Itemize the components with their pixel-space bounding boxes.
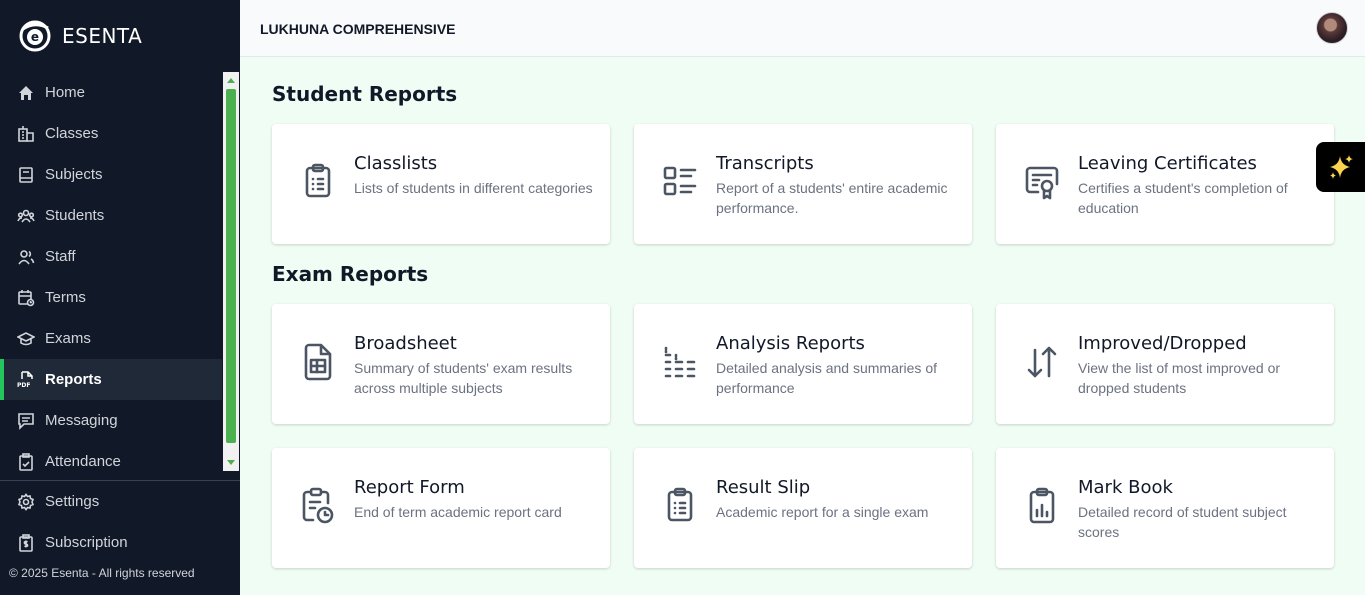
sidebar-item-messaging[interactable]: Messaging — [0, 400, 222, 441]
section-title-exam-reports: Exam Reports — [272, 262, 429, 286]
report-card-result-slip[interactable]: Result Slip Academic report for a single… — [634, 448, 972, 568]
section-title-student-reports: Student Reports — [272, 82, 458, 106]
card-title: Improved/Dropped — [1078, 333, 1247, 354]
sidebar-item-attendance[interactable]: Attendance — [0, 441, 222, 471]
attendance-icon — [19, 452, 33, 471]
sidebar-item-label: Messaging — [45, 412, 118, 429]
sidebar-item-label: Exams — [45, 330, 91, 347]
card-description: Certifies a student's completion of educ… — [1078, 180, 1288, 216]
subjects-icon — [19, 166, 33, 183]
pdf-icon: PDF — [17, 370, 33, 389]
sidebar-item-settings[interactable]: Settings — [0, 481, 240, 522]
certificate-icon — [1025, 166, 1059, 200]
card-description: View the list of most improved or droppe… — [1078, 360, 1281, 396]
gear-icon — [17, 492, 35, 511]
terms-icon — [18, 289, 35, 306]
sidebar-item-label: Subjects — [45, 166, 103, 183]
card-description: Detailed analysis and summaries of perfo… — [716, 360, 937, 396]
esenta-logo-icon: e — [19, 20, 51, 52]
report-card-broadsheet[interactable]: Broadsheet Summary of students' exam res… — [272, 304, 610, 424]
card-title: Report Form — [354, 477, 465, 498]
brand-name: ESENTA — [62, 24, 143, 48]
arrows-sort-icon — [1027, 346, 1057, 378]
report-card-transcripts[interactable]: Transcripts Report of a students' entire… — [634, 124, 972, 244]
list-details-icon — [663, 166, 697, 196]
sparkles-icon — [1329, 155, 1353, 179]
report-card-improved-dropped[interactable]: Improved/Dropped View the list of most i… — [996, 304, 1334, 424]
svg-text:PDF: PDF — [17, 382, 30, 389]
card-title: Transcripts — [716, 153, 814, 174]
sidebar-item-label: Attendance — [45, 453, 121, 470]
card-description: Summary of students' exam results across… — [354, 360, 573, 396]
sidebar-nav: Home Classes Subjects Students Staff Ter… — [0, 72, 222, 471]
sidebar-item-reports[interactable]: PDF Reports — [0, 359, 222, 400]
analysis-grid-icon — [664, 346, 696, 378]
sidebar-item-exams[interactable]: Exams — [0, 318, 222, 359]
card-title: Classlists — [354, 153, 438, 174]
report-card-analysis-reports[interactable]: Analysis Reports Detailed analysis and s… — [634, 304, 972, 424]
avatar[interactable] — [1316, 12, 1348, 44]
spreadsheet-icon — [304, 343, 332, 381]
report-card-classlists[interactable]: Classlists Lists of students in differen… — [272, 124, 610, 244]
report-clock-icon — [302, 487, 334, 524]
card-description: End of term academic report card — [354, 504, 562, 520]
sidebar-item-subscription[interactable]: Subscription — [0, 522, 240, 563]
sidebar-item-home[interactable]: Home — [0, 72, 222, 113]
subscription-icon — [19, 533, 33, 552]
scroll-down-arrow-icon[interactable] — [223, 455, 239, 471]
sidebar-item-classes[interactable]: Classes — [0, 113, 222, 154]
svg-text:e: e — [31, 30, 39, 44]
sidebar-item-label: Students — [45, 207, 105, 224]
card-description: Lists of students in different categorie… — [354, 180, 593, 196]
scrollbar-thumb[interactable] — [226, 89, 236, 443]
sidebar-item-label: Classes — [45, 125, 99, 142]
messaging-icon — [18, 412, 34, 430]
card-description: Detailed record of student subject score… — [1078, 504, 1287, 540]
sidebar-scrollbar[interactable] — [223, 72, 239, 471]
classes-icon — [18, 125, 34, 142]
topbar: LUKHUNA COMPREHENSIVE — [240, 0, 1365, 57]
report-card-leaving-certificates[interactable]: Leaving Certificates Certifies a student… — [996, 124, 1334, 244]
sidebar-item-label: Subscription — [45, 534, 128, 551]
ai-assistant-button[interactable] — [1316, 142, 1365, 192]
card-title: Analysis Reports — [716, 333, 865, 354]
clipboard-list-icon — [305, 163, 331, 198]
clipboard-list-icon — [667, 487, 693, 522]
brand[interactable]: e ESENTA — [18, 20, 142, 52]
scroll-up-arrow-icon[interactable] — [223, 72, 239, 88]
card-description: Academic report for a single exam — [716, 504, 929, 520]
copyright-text: © 2025 Esenta - All rights reserved — [9, 566, 195, 580]
card-description: Report of a students' entire academic pe… — [716, 180, 948, 216]
students-icon — [17, 209, 35, 222]
card-title: Leaving Certificates — [1078, 153, 1257, 174]
school-name: LUKHUNA COMPREHENSIVE — [260, 21, 456, 37]
card-title: Result Slip — [716, 477, 811, 498]
sidebar-item-terms[interactable]: Terms — [0, 277, 222, 318]
staff-icon — [18, 249, 35, 264]
sidebar-item-subjects[interactable]: Subjects — [0, 154, 222, 195]
sidebar-item-label: Settings — [45, 493, 100, 510]
sidebar-item-staff[interactable]: Staff — [0, 236, 222, 277]
sidebar: e ESENTA Home Classes Subjects Students … — [0, 0, 240, 595]
sidebar-item-label: Home — [45, 84, 86, 101]
sidebar-item-label: Staff — [45, 248, 76, 265]
sidebar-item-label: Terms — [45, 289, 86, 306]
report-card-mark-book[interactable]: Mark Book Detailed record of student sub… — [996, 448, 1334, 568]
exams-icon — [17, 331, 35, 345]
sidebar-item-label: Reports — [45, 371, 102, 388]
sidebar-item-students[interactable]: Students — [0, 195, 222, 236]
report-card-report-form[interactable]: Report Form End of term academic report … — [272, 448, 610, 568]
home-icon — [19, 85, 33, 100]
clipboard-chart-icon — [1029, 487, 1055, 524]
card-title: Mark Book — [1078, 477, 1173, 498]
card-title: Broadsheet — [354, 333, 457, 354]
